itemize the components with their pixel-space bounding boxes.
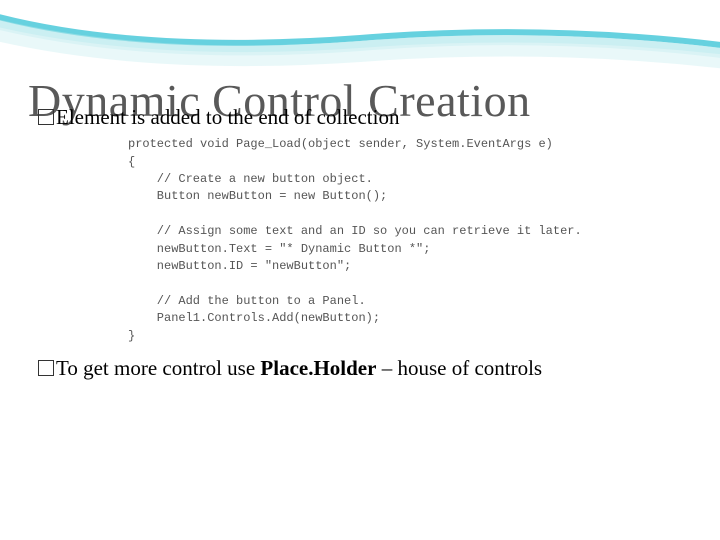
checkbox-icon: [38, 360, 54, 376]
bullet-text-prefix: To get more control use: [56, 356, 260, 380]
slide: Dynamic Control Creation Element is adde…: [0, 0, 720, 540]
content-area: Dynamic Control Creation Element is adde…: [28, 78, 692, 387]
bullet-text: Element is added to the end of collectio…: [56, 105, 399, 129]
code-block: protected void Page_Load(object sender, …: [128, 136, 692, 345]
bullet-text-bold: Place.Holder: [260, 356, 376, 380]
bullet-text-suffix: – house of controls: [376, 356, 542, 380]
bullet-placeholder: To get more control use Place.Holder – h…: [38, 355, 692, 381]
checkbox-icon: [38, 109, 54, 125]
bullet-element-added: Element is added to the end of collectio…: [38, 104, 692, 130]
